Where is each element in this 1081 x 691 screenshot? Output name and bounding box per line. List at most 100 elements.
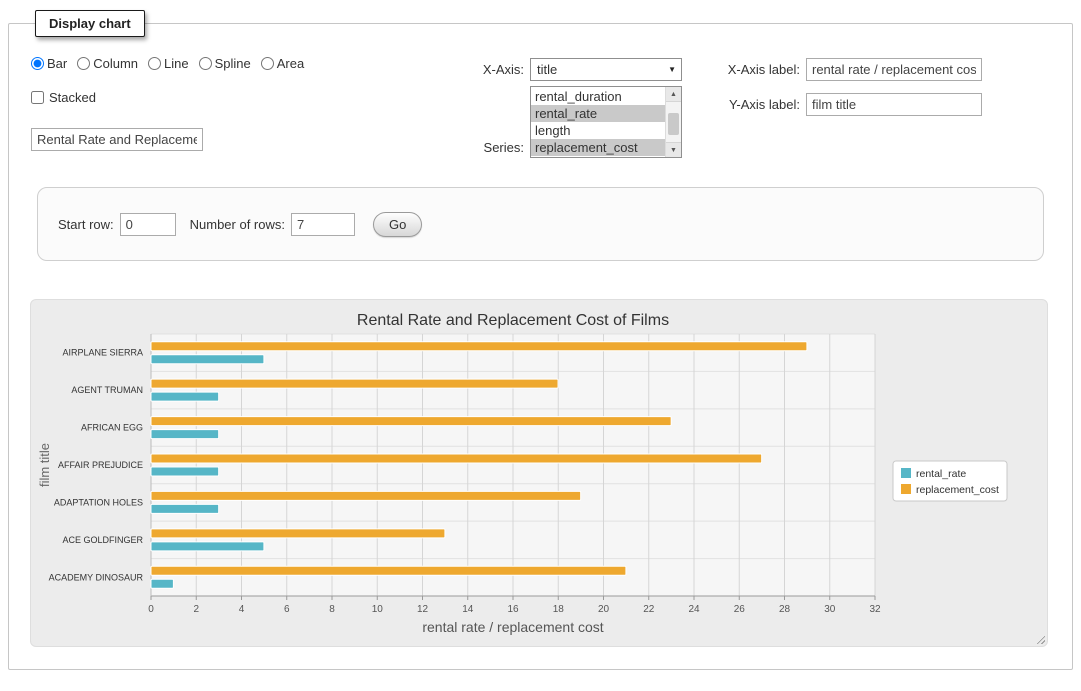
y-axis-title: film title [37, 443, 52, 487]
scrollbar-thumb[interactable] [668, 113, 679, 135]
chart-type-label: Spline [215, 56, 251, 71]
x-tick-label: 22 [643, 604, 655, 615]
legend-label: rental_rate [916, 468, 966, 480]
legend-label: replacement_cost [916, 484, 999, 496]
x-axis-label-input[interactable] [806, 58, 982, 81]
x-tick-label: 4 [239, 604, 245, 615]
number-of-rows-label: Number of rows: [190, 217, 285, 232]
x-axis-title: rental rate / replacement cost [422, 619, 603, 635]
x-tick-label: 12 [417, 604, 429, 615]
bar-rental_rate[interactable] [151, 579, 173, 588]
chart-type-radio-group: Bar Column Line Spline Area [31, 56, 304, 71]
category-label: AFRICAN EGG [81, 423, 143, 433]
bar-chart: 02468101214161820222426283032AIRPLANE SI… [35, 308, 1047, 640]
x-tick-label: 18 [553, 604, 565, 615]
x-axis-label-field: X-Axis label: [712, 58, 982, 81]
bar-rental_rate[interactable] [151, 467, 219, 476]
x-tick-label: 16 [507, 604, 519, 615]
x-axis-field: X-Axis: title ▼ [462, 58, 682, 81]
stacked-checkbox[interactable] [31, 91, 44, 104]
series-scrollbar[interactable]: ▲ ▼ [665, 87, 681, 157]
series-option-rental_rate[interactable]: rental_rate [531, 105, 665, 122]
bar-replacement_cost[interactable] [151, 417, 671, 426]
bar-replacement_cost[interactable] [151, 342, 807, 351]
x-tick-label: 6 [284, 604, 290, 615]
chart-type-label: Column [93, 56, 138, 71]
series-option-list: rental_durationrental_ratelengthreplacem… [531, 88, 665, 156]
scroll-down-icon[interactable]: ▼ [666, 142, 681, 157]
legend-swatch [901, 468, 911, 478]
bar-rental_rate[interactable] [151, 430, 219, 439]
chart-type-label: Bar [47, 56, 67, 71]
bar-replacement_cost[interactable] [151, 454, 762, 463]
chevron-down-icon: ▼ [668, 65, 676, 74]
display-chart-panel: Display chart Bar Column Line Spline Area St… [8, 10, 1073, 670]
x-tick-label: 8 [329, 604, 335, 615]
series-option-length[interactable]: length [531, 122, 665, 139]
row-range-controls: Start row: Number of rows: Go [37, 187, 1044, 261]
start-row-label: Start row: [58, 217, 114, 232]
chart-type-radio-bar[interactable] [31, 57, 44, 70]
x-axis-select[interactable]: title ▼ [530, 58, 682, 81]
legend-swatch [901, 484, 911, 494]
chart-type-radio-line[interactable] [148, 57, 161, 70]
start-row-input[interactable] [120, 213, 176, 236]
series-label: Series: [462, 140, 524, 158]
bar-rental_rate[interactable] [151, 355, 264, 364]
panel-title: Display chart [35, 10, 145, 37]
chart-type-label: Line [164, 56, 189, 71]
bar-replacement_cost[interactable] [151, 379, 558, 388]
x-tick-label: 2 [193, 604, 199, 615]
chart-controls: Bar Column Line Spline Area Stacked X-Axis: … [21, 41, 1060, 173]
x-tick-label: 0 [148, 604, 154, 615]
bar-replacement_cost[interactable] [151, 491, 581, 500]
chart-type-label: Area [277, 56, 304, 71]
x-tick-label: 28 [779, 604, 791, 615]
stacked-option[interactable]: Stacked [31, 90, 96, 105]
chart-type-radio-area[interactable] [261, 57, 274, 70]
x-tick-label: 10 [372, 604, 384, 615]
y-axis-label-field: Y-Axis label: [712, 93, 982, 116]
series-multiselect[interactable]: rental_durationrental_ratelengthreplacem… [530, 86, 682, 158]
series-option-replacement_cost[interactable]: replacement_cost [531, 139, 665, 156]
go-button[interactable]: Go [373, 212, 422, 237]
chart-type-radio-spline[interactable] [199, 57, 212, 70]
x-tick-label: 26 [734, 604, 746, 615]
category-label: ADAPTATION HOLES [54, 497, 143, 507]
bar-replacement_cost[interactable] [151, 566, 626, 575]
category-label: AIRPLANE SIERRA [62, 348, 143, 358]
bar-rental_rate[interactable] [151, 392, 219, 401]
x-tick-label: 20 [598, 604, 610, 615]
legend-item-replacement_cost[interactable]: replacement_cost [901, 484, 999, 496]
chart-type-option-line[interactable]: Line [148, 56, 189, 71]
chart-type-option-area[interactable]: Area [261, 56, 304, 71]
chart-panel: 02468101214161820222426283032AIRPLANE SI… [30, 299, 1048, 647]
x-axis-selected-value: title [537, 62, 557, 77]
x-tick-label: 32 [869, 604, 881, 615]
number-of-rows-input[interactable] [291, 213, 355, 236]
category-label: AGENT TRUMAN [71, 385, 143, 395]
chart-title: Rental Rate and Replacement Cost of Film… [357, 312, 669, 329]
x-axis-label-field-label: X-Axis label: [712, 62, 800, 77]
chart-type-radio-column[interactable] [77, 57, 90, 70]
category-label: ACE GOLDFINGER [62, 535, 143, 545]
stacked-label: Stacked [49, 90, 96, 105]
scroll-up-icon[interactable]: ▲ [666, 87, 681, 102]
category-label: ACADEMY DINOSAUR [49, 572, 144, 582]
chart-title-input[interactable] [31, 128, 203, 151]
y-axis-label-input[interactable] [806, 93, 982, 116]
series-field: Series: rental_durationrental_ratelength… [462, 86, 682, 158]
chart-type-option-spline[interactable]: Spline [199, 56, 251, 71]
category-label: AFFAIR PREJUDICE [58, 460, 143, 470]
y-axis-label-field-label: Y-Axis label: [712, 97, 800, 112]
x-axis-label: X-Axis: [462, 62, 524, 77]
x-tick-label: 30 [824, 604, 836, 615]
x-tick-label: 24 [688, 604, 700, 615]
x-tick-label: 14 [462, 604, 474, 615]
bar-replacement_cost[interactable] [151, 529, 445, 538]
chart-type-option-bar[interactable]: Bar [31, 56, 67, 71]
bar-rental_rate[interactable] [151, 504, 219, 513]
series-option-rental_duration[interactable]: rental_duration [531, 88, 665, 105]
bar-rental_rate[interactable] [151, 542, 264, 551]
chart-type-option-column[interactable]: Column [77, 56, 138, 71]
